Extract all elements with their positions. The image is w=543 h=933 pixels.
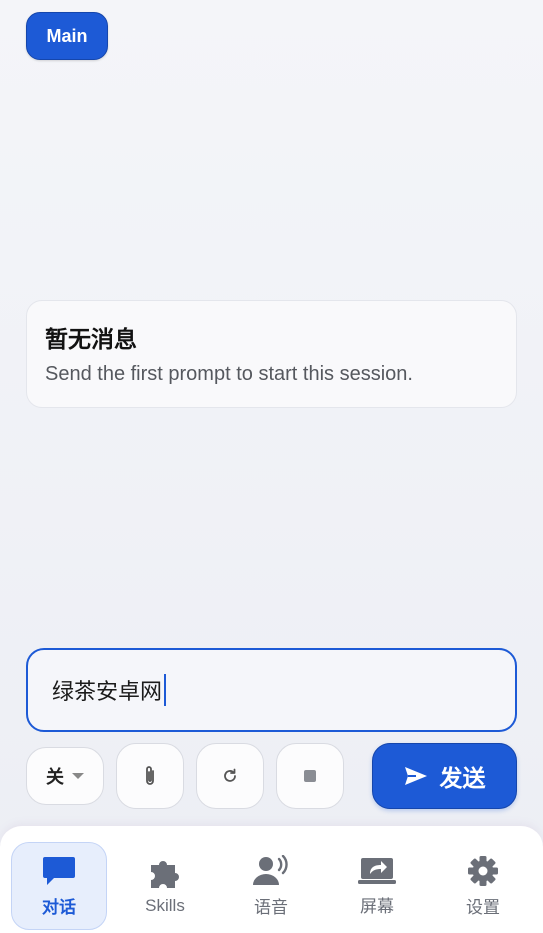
session-chip[interactable]: Main xyxy=(26,12,108,60)
tab-screen[interactable]: 屏幕 xyxy=(329,842,425,930)
tab-skills[interactable]: Skills xyxy=(117,842,213,930)
tab-settings[interactable]: 设置 xyxy=(435,842,531,930)
empty-state-subtitle: Send the first prompt to start this sess… xyxy=(45,363,413,385)
paperclip-icon xyxy=(146,766,154,785)
mode-toggle-label: 关 xyxy=(46,767,64,787)
send-icon xyxy=(404,767,427,785)
send-button-label: 发送 xyxy=(439,765,486,791)
stop-icon xyxy=(304,770,316,782)
tab-screen-label: 屏幕 xyxy=(360,896,394,916)
tab-chat[interactable]: 对话 xyxy=(11,842,107,930)
tab-voice[interactable]: 语音 xyxy=(223,842,319,930)
tab-chat-label: 对话 xyxy=(42,897,76,917)
tab-skills-label: Skills xyxy=(145,896,185,915)
puzzle-icon xyxy=(151,861,179,888)
bottom-tab-bar: 对话 Skills 语音 屏幕 设置 xyxy=(0,825,543,933)
stop-button[interactable] xyxy=(276,743,344,809)
refresh-button[interactable] xyxy=(196,743,264,809)
message-input[interactable]: 绿茶安卓网 xyxy=(26,648,517,732)
refresh-icon xyxy=(224,768,236,782)
tab-voice-label: 语音 xyxy=(254,897,288,917)
gear-icon xyxy=(468,855,498,886)
text-caret xyxy=(164,674,167,706)
chat-icon xyxy=(43,856,75,885)
chevron-down-icon xyxy=(72,773,84,779)
mode-toggle-dropdown[interactable]: 关 xyxy=(26,747,104,805)
tab-settings-label: 设置 xyxy=(466,897,500,917)
empty-state-title: 暂无消息 xyxy=(45,326,137,352)
send-button[interactable]: 发送 xyxy=(372,743,517,809)
message-input-value: 绿茶安卓网 xyxy=(52,679,163,704)
voice-icon xyxy=(253,854,288,885)
screen-share-icon xyxy=(358,857,396,884)
attach-button[interactable] xyxy=(116,743,184,809)
empty-state-card: 暂无消息 Send the first prompt to start this… xyxy=(26,300,517,408)
